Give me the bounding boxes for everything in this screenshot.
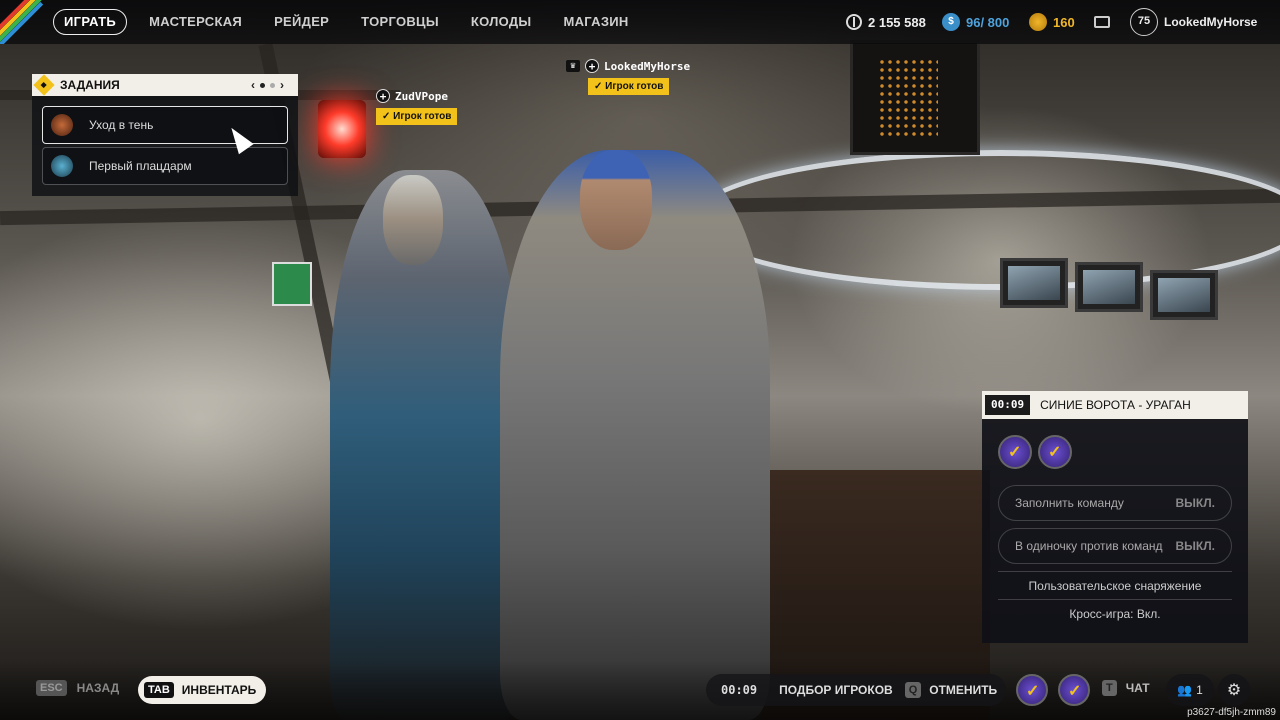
scene-tv: [1075, 262, 1143, 312]
quests-pager: ‹ ›: [251, 74, 284, 96]
quest-item[interactable]: Уход в тень: [42, 106, 288, 144]
chat-label: ЧАТ: [1125, 681, 1150, 695]
matchmaking-status: 00:09 ПОДБОР ИГРОКОВ Q ОТМЕНИТЬ: [706, 674, 1006, 706]
esc-key-hint: ESC: [36, 680, 67, 696]
gold-currency-display[interactable]: 160: [1029, 0, 1075, 44]
solo-vs-teams-toggle[interactable]: В одиночку против команд ВЫКЛ.: [998, 528, 1232, 564]
player-ready-badge: ✓ Игрок готов: [376, 108, 458, 125]
quests-header: ◆ ЗАДАНИЯ ‹ ›: [32, 74, 298, 96]
scene-neon-ring: [690, 150, 1280, 290]
player-ready-check-icon: [1038, 435, 1072, 469]
chat-button[interactable]: T ЧАТ: [1102, 680, 1150, 696]
scene-exit-sign: [272, 262, 312, 306]
quests-panel: ◆ ЗАДАНИЯ ‹ › Уход в тень Первый плацдар…: [32, 74, 298, 196]
scene-tv: [1150, 270, 1218, 320]
scene-led-arrow-sign: [850, 40, 980, 155]
main-nav: ИГРАТЬ МАСТЕРСКАЯ РЕЙДЕР ТОРГОВЦЫ КОЛОДЫ…: [53, 0, 645, 44]
fill-team-value: ВЫКЛ.: [1175, 496, 1216, 510]
quest-label: Уход в тень: [89, 118, 154, 132]
party-icon: 👥: [1177, 683, 1193, 697]
gold-currency-value: 160: [1053, 14, 1075, 30]
blue-currency-display[interactable]: $ 96/ 800: [942, 0, 1009, 44]
quest-icon: [51, 155, 73, 177]
solo-vs-teams-label: В одиночку против команд: [1015, 539, 1163, 553]
scene-red-light: [318, 100, 366, 158]
gold-currency-icon: [1029, 13, 1047, 31]
pager-dot: [270, 82, 275, 88]
pager-prev-icon[interactable]: ‹: [251, 78, 255, 92]
pager-dot-active: [260, 82, 265, 88]
blue-currency-icon: $: [942, 13, 960, 31]
nav-tab-workshop[interactable]: МАСТЕРСКАЯ: [133, 0, 258, 44]
scene-tv: [1000, 258, 1068, 308]
player-ready-check-icon: [1058, 674, 1090, 706]
build-id: p3627-df5jh-zmm89: [1187, 707, 1276, 718]
player-tag: + ZudVPope ✓ Игрок готов: [376, 89, 458, 125]
credits-display[interactable]: 2 155 588: [846, 0, 926, 44]
quests-title: ЗАДАНИЯ: [60, 78, 120, 92]
fill-team-toggle[interactable]: Заполнить команду ВЫКЛ.: [998, 485, 1232, 521]
party-leader-icon: ♛: [566, 60, 580, 72]
player-ready-check-icon: [998, 435, 1032, 469]
quest-icon: [51, 114, 73, 136]
player-name: ZudVPope: [395, 89, 448, 103]
username: LookedMyHorse: [1164, 15, 1258, 29]
nav-tab-store[interactable]: МАГАЗИН: [547, 0, 644, 44]
matchmaking-label: ПОДБОР ИГРОКОВ: [779, 683, 893, 697]
crossplay-status: Кросс-игра: Вкл.: [998, 599, 1232, 627]
nav-tab-decks[interactable]: КОЛОДЫ: [455, 0, 548, 44]
quest-item[interactable]: Первый плацдарм: [42, 147, 288, 185]
quest-label: Первый плацдарм: [89, 159, 192, 173]
solo-vs-teams-value: ВЫКЛ.: [1175, 539, 1216, 553]
settings-button[interactable]: ⚙: [1218, 674, 1250, 706]
gear-icon: ⚙: [1226, 682, 1242, 699]
back-label: НАЗАД: [76, 681, 120, 695]
player-name: LookedMyHorse: [604, 59, 691, 73]
player-ready-check-icon: [1016, 674, 1048, 706]
mail-button[interactable]: [1094, 0, 1110, 44]
game-mode-panel: 00:09 СИНИЕ ВОРОТА - УРАГАН Заполнить ко…: [982, 391, 1248, 643]
cancel-matchmaking-button[interactable]: ОТМЕНИТЬ: [929, 683, 997, 697]
blue-currency-value: 96/ 800: [966, 14, 1010, 30]
character-left-head: [383, 175, 443, 265]
inventory-button[interactable]: TAB ИНВЕНТАРЬ: [138, 676, 267, 704]
add-friend-icon[interactable]: +: [585, 59, 599, 73]
brand-stripes-logo: [0, 0, 44, 44]
custom-gear-button[interactable]: Пользовательское снаряжение: [998, 571, 1232, 599]
party-button[interactable]: 👥 1: [1166, 674, 1214, 706]
mail-icon: [1094, 16, 1110, 28]
profile-button[interactable]: 75 LookedMyHorse: [1130, 0, 1257, 44]
back-button[interactable]: ESC НАЗАД: [36, 680, 119, 696]
q-key-hint: Q: [904, 682, 922, 698]
quests-icon: ◆: [33, 74, 55, 96]
mode-timer: 00:09: [985, 395, 1031, 415]
level-badge: 75: [1130, 8, 1158, 36]
add-friend-icon[interactable]: +: [376, 89, 390, 103]
fill-team-label: Заполнить команду: [1015, 496, 1124, 510]
credits-value: 2 155 588: [868, 14, 926, 30]
character-right-head: [580, 150, 652, 250]
party-ready-badges: [982, 419, 1248, 469]
nav-tab-raider[interactable]: РЕЙДЕР: [258, 0, 345, 44]
mode-title[interactable]: СИНИЕ ВОРОТА - УРАГАН: [1040, 398, 1191, 412]
t-key-hint: T: [1102, 680, 1117, 696]
nav-tab-play[interactable]: ИГРАТЬ: [53, 9, 128, 35]
tab-key-hint: TAB: [144, 682, 174, 698]
party-count: 1: [1196, 683, 1203, 697]
pager-next-icon[interactable]: ›: [280, 78, 284, 92]
matchmaking-timer: 00:09: [721, 683, 758, 697]
nav-tab-traders[interactable]: ТОРГОВЦЫ: [345, 0, 455, 44]
player-ready-badge: ✓ Игрок готов: [588, 78, 670, 95]
credits-icon: [846, 14, 862, 30]
player-tag: ♛ + LookedMyHorse ✓ Игрок готов: [566, 59, 690, 95]
quests-list: Уход в тень Первый плацдарм: [32, 96, 298, 196]
mode-header: 00:09 СИНИЕ ВОРОТА - УРАГАН: [982, 391, 1248, 419]
inventory-label: ИНВЕНТАРЬ: [181, 683, 257, 697]
top-nav-bar: ИГРАТЬ МАСТЕРСКАЯ РЕЙДЕР ТОРГОВЦЫ КОЛОДЫ…: [0, 0, 1280, 44]
